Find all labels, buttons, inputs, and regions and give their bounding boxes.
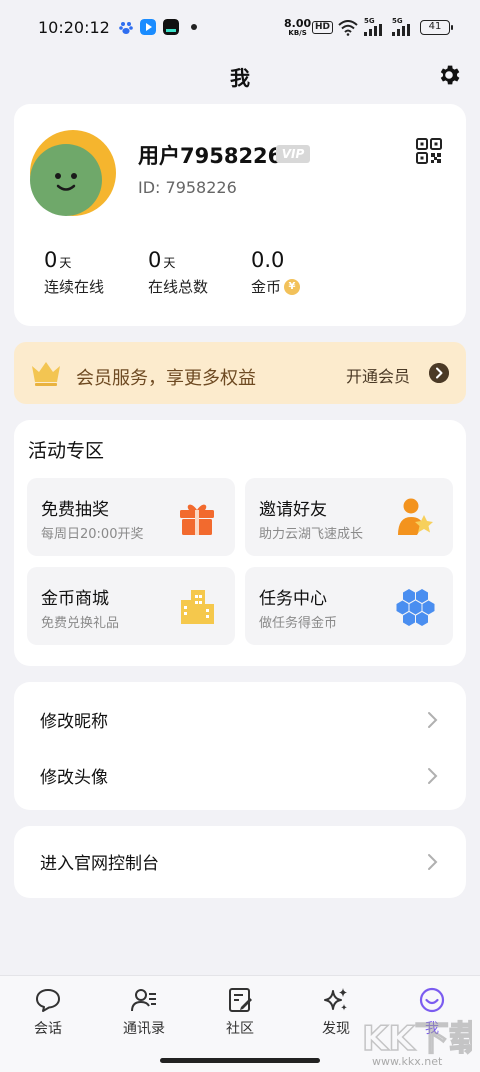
open-membership-link[interactable]: 开通会员	[346, 363, 410, 387]
contacts-icon	[131, 989, 156, 1012]
stat-unit: 天	[163, 256, 176, 270]
stat-label: 金币	[251, 278, 282, 296]
tile-free-lottery[interactable]: 免费抽奖 每周日20:00开奖	[27, 478, 235, 556]
activity-section: 活动专区 免费抽奖 每周日20:00开奖 邀请好友 助力云湖飞速成长 金币商城 …	[14, 420, 466, 666]
nav-label: 通讯录	[123, 1021, 165, 1037]
nav-item-contacts[interactable]: 通讯录	[96, 986, 192, 1046]
chevron-right-icon[interactable]	[429, 363, 449, 383]
hexagon-cluster-icon	[396, 589, 435, 626]
username: 用户7958226	[138, 144, 283, 168]
building-icon	[181, 590, 214, 624]
status-bar: 10:20:12 8.00 KB/S HD 5G 5G 41	[0, 0, 480, 56]
console-menu: 进入官网控制台	[14, 826, 466, 898]
tile-subtitle: 做任务得金币	[259, 616, 338, 631]
member-banner[interactable]: 会员服务，享更多权益 开通会员	[14, 342, 466, 404]
sparkle-icon	[324, 988, 347, 1011]
tile-title: 免费抽奖	[41, 500, 109, 520]
nav-label: 社区	[226, 1021, 254, 1037]
network-speed-unit: KB/S	[288, 29, 307, 37]
stat-value: 0	[44, 248, 58, 272]
crown-icon	[32, 362, 60, 386]
watermark-text: KK下载	[362, 1019, 472, 1059]
edit-nickname-item[interactable]: 修改昵称	[14, 692, 466, 748]
stat-total-online: 0天 在线总数	[148, 248, 208, 297]
news-app-icon	[163, 19, 179, 35]
stat-label: 连续在线	[44, 278, 105, 296]
member-banner-text: 会员服务，享更多权益	[76, 368, 256, 389]
stat-unit: 天	[59, 256, 72, 270]
avatar[interactable]	[30, 130, 116, 216]
gift-icon	[180, 504, 214, 535]
coin-icon: ¥	[284, 278, 301, 295]
tile-title: 任务中心	[259, 589, 327, 609]
user-id: ID: 7958226	[138, 178, 237, 197]
watermark-url: www.kkx.net	[372, 1055, 443, 1068]
signal-icon-2	[392, 24, 410, 36]
tile-subtitle: 免费兑换礼品	[41, 616, 120, 631]
nav-label: 会话	[34, 1021, 62, 1037]
enter-console-item[interactable]: 进入官网控制台	[14, 834, 466, 890]
tile-subtitle: 助力云湖飞速成长	[259, 527, 364, 542]
stat-consecutive-online: 0天 连续在线	[44, 248, 104, 297]
edit-avatar-item[interactable]: 修改头像	[14, 748, 466, 804]
status-time: 10:20:12	[38, 18, 110, 37]
tile-subtitle: 每周日20:00开奖	[41, 527, 144, 542]
signal-icon-1	[364, 24, 382, 36]
notification-dot	[191, 24, 197, 30]
stat-value: 0	[148, 248, 162, 272]
stat-label: 在线总数	[148, 278, 209, 296]
qr-code-icon[interactable]	[416, 138, 442, 164]
edit-note-icon	[229, 988, 252, 1012]
baidu-app-icon	[119, 22, 133, 34]
battery-icon: 41	[420, 20, 453, 35]
video-app-icon	[140, 19, 156, 35]
stat-value: 0.0	[251, 248, 285, 272]
tile-title: 金币商城	[41, 589, 109, 609]
chevron-right-icon	[428, 854, 438, 870]
nav-item-chat[interactable]: 会话	[0, 986, 96, 1046]
tile-task-center[interactable]: 任务中心 做任务得金币	[245, 567, 453, 645]
network-speed-value: 8.00	[284, 17, 312, 30]
invite-user-icon	[398, 498, 433, 535]
chevron-right-icon	[428, 768, 438, 784]
stat-coins: 0.0 金币 ¥	[251, 248, 301, 297]
nav-item-community[interactable]: 社区	[192, 986, 288, 1046]
home-indicator	[160, 1058, 320, 1063]
tile-coin-mall[interactable]: 金币商城 免费兑换礼品	[27, 567, 235, 645]
hd-icon: HD	[312, 21, 334, 34]
gear-icon[interactable]	[436, 62, 462, 88]
menu-label: 进入官网控制台	[40, 854, 159, 874]
vip-badge: VIP	[276, 145, 310, 163]
tile-invite-friends[interactable]: 邀请好友 助力云湖飞速成长	[245, 478, 453, 556]
chevron-right-icon	[428, 712, 438, 728]
tile-title: 邀请好友	[259, 500, 327, 520]
stat-label-row: 金币 ¥	[251, 276, 301, 297]
chat-bubble-icon	[36, 989, 60, 1012]
network-speed: 8.00 KB/S	[284, 18, 311, 37]
settings-menu: 修改昵称 修改头像	[14, 682, 466, 810]
profile-card: 用户7958226 VIP ID: 7958226 0天 连续在线 0天 在线总…	[14, 104, 466, 326]
page-title: 我	[230, 66, 250, 90]
menu-label: 修改昵称	[40, 712, 108, 732]
wifi-icon	[338, 20, 358, 36]
menu-label: 修改头像	[40, 768, 108, 788]
section-title: 活动专区	[28, 440, 105, 462]
